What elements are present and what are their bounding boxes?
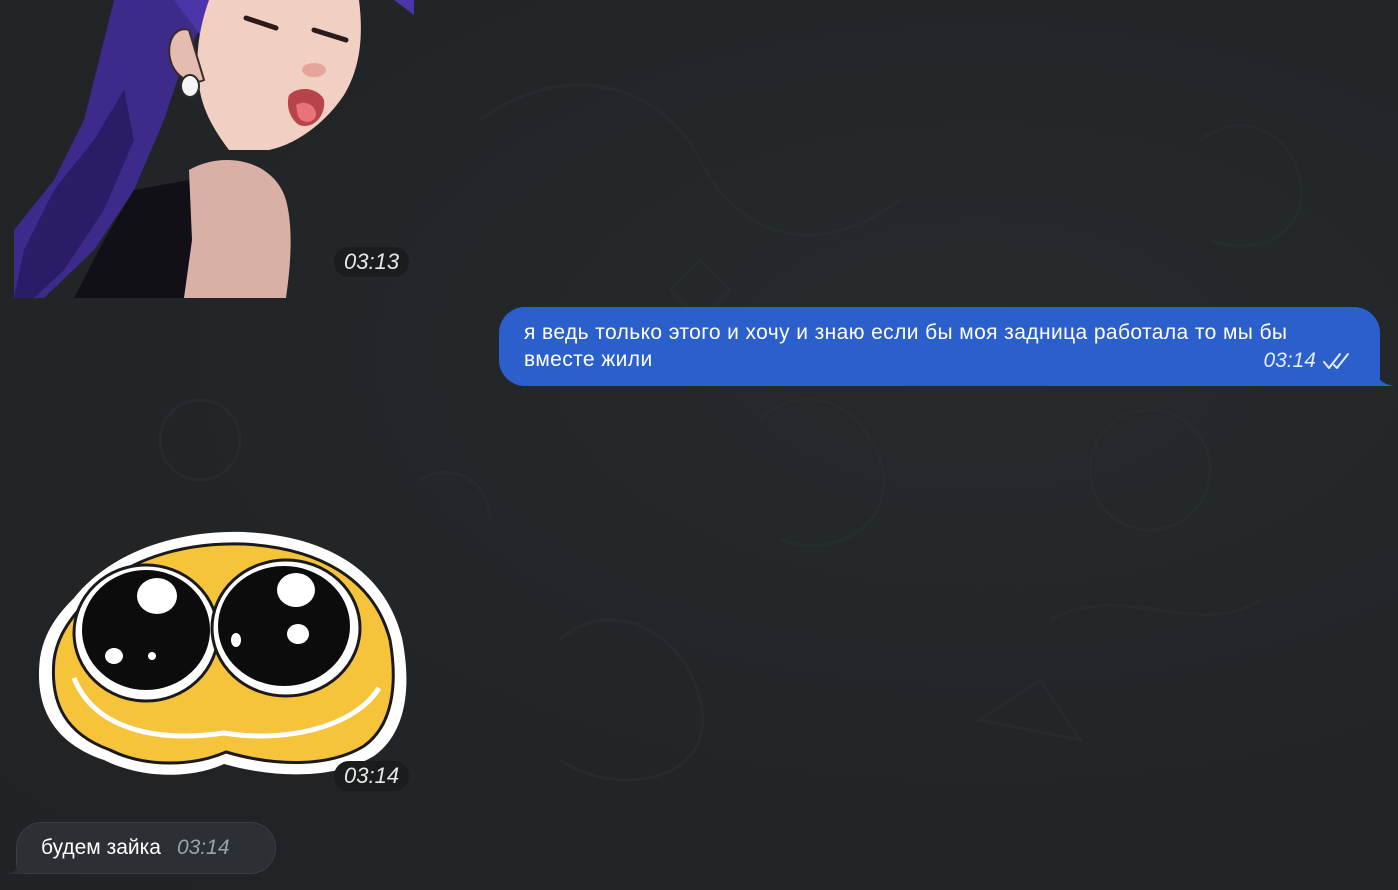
cute-pleading-emoji-sticker-icon — [38, 531, 407, 775]
bubble-tail — [1374, 368, 1394, 386]
bubble-tail — [5, 856, 25, 874]
double-check-icon — [1323, 352, 1349, 369]
chat-window: 03:13 я ведь только этого и хочу и знаю … — [0, 0, 1398, 890]
incoming-message-bubble[interactable]: будем зайка 03:14 — [5, 822, 276, 874]
message-meta: 03:14 — [1263, 347, 1352, 374]
message-timestamp: 03:14 — [176, 836, 230, 859]
emoji-sticker[interactable] — [34, 528, 414, 793]
message-text: будем зайка — [41, 836, 161, 859]
outgoing-message-bubble[interactable]: я ведь только этого и хочу и знаю если б… — [499, 307, 1394, 386]
sticker-timestamp: 03:13 — [334, 247, 410, 277]
sticker-timestamp: 03:14 — [334, 761, 410, 791]
message-text: я ведь только этого и хочу и знаю если б… — [524, 321, 1288, 371]
message-timestamp: 03:14 — [1263, 349, 1316, 372]
